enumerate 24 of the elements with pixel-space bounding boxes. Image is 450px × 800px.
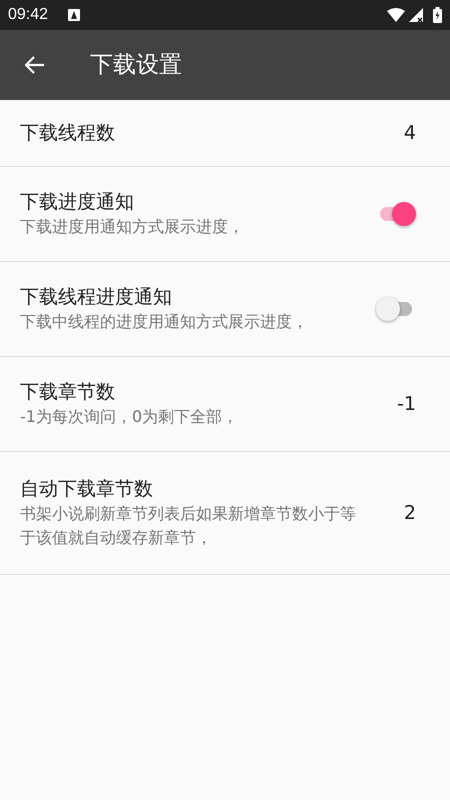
back-arrow-icon bbox=[25, 56, 45, 74]
setting-value: 2 bbox=[404, 500, 416, 526]
setting-title: 下载线程数 bbox=[20, 121, 116, 146]
settings-row[interactable]: 下载章节数 -1为每次询问，0为剩下全部， -1 bbox=[0, 357, 450, 452]
setting-summary: -1为每次询问，0为剩下全部， bbox=[20, 406, 240, 428]
page-title: 下载设置 bbox=[90, 50, 182, 80]
notification-icon bbox=[68, 9, 80, 21]
settings-row[interactable]: 下载线程进度通知 下载中线程的进度用通知方式展示进度， bbox=[0, 262, 450, 357]
settings-row[interactable]: 下载线程数 4 bbox=[0, 100, 450, 167]
signal-icon bbox=[409, 8, 423, 22]
setting-title: 下载进度通知 bbox=[20, 190, 135, 215]
setting-value: -1 bbox=[397, 392, 416, 417]
setting-title: 自动下载章节数 bbox=[20, 477, 154, 502]
setting-summary: 下载中线程的进度用通知方式展示进度， bbox=[20, 311, 309, 333]
setting-value: 4 bbox=[404, 120, 416, 146]
settings-row[interactable]: 下载进度通知 下载进度用通知方式展示进度， bbox=[0, 167, 450, 262]
setting-summary: 书架小说刷新章节列表后如果新增章节数小于等于该值就自动缓存新章节， bbox=[20, 503, 357, 549]
wifi-icon bbox=[387, 8, 405, 22]
battery-icon bbox=[433, 7, 442, 23]
setting-title: 下载章节数 bbox=[20, 380, 116, 405]
status-time: 09:42 bbox=[8, 5, 48, 25]
setting-summary: 下载进度用通知方式展示进度， bbox=[20, 216, 245, 238]
setting-title: 下载线程进度通知 bbox=[20, 285, 173, 310]
settings-row[interactable]: 自动下载章节数 书架小说刷新章节列表后如果新增章节数小于等于该值就自动缓存新章节， 2 bbox=[0, 452, 450, 575]
